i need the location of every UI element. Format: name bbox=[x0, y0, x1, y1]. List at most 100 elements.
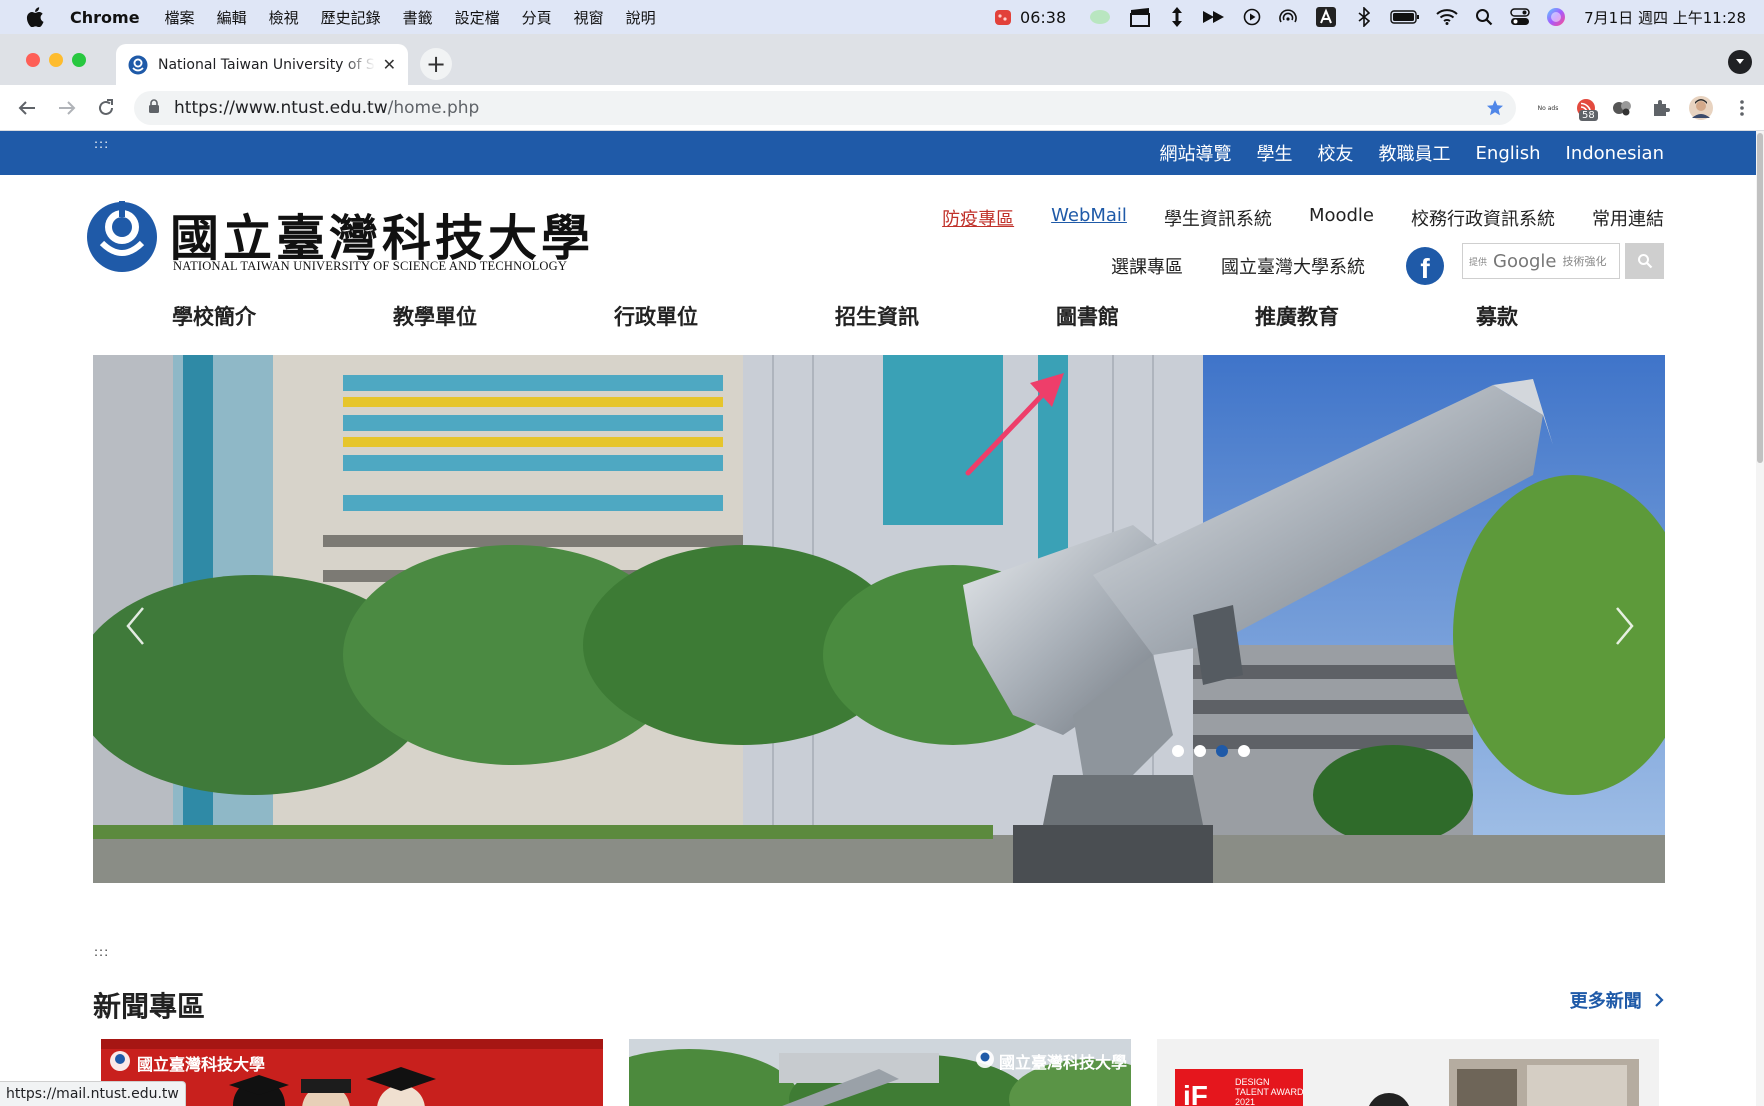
apple-menu-icon[interactable] bbox=[26, 6, 46, 28]
extensions-puzzle-icon[interactable] bbox=[1648, 96, 1674, 120]
search-button[interactable] bbox=[1625, 243, 1664, 279]
fast-forward-icon[interactable] bbox=[1194, 0, 1234, 34]
siri-icon[interactable] bbox=[1538, 0, 1574, 34]
google-search-input[interactable]: 提供 Google 技術強化 bbox=[1462, 243, 1620, 279]
chrome-menu-icon[interactable] bbox=[1729, 96, 1755, 120]
toplink-alumni[interactable]: 校友 bbox=[1318, 140, 1354, 166]
webpage-viewport: ::: 網站導覽 學生 校友 教職員工 English Indonesian 國… bbox=[0, 131, 1756, 1106]
menu-window[interactable]: 視窗 bbox=[574, 7, 604, 28]
nav-donation[interactable]: 募款 bbox=[1476, 301, 1518, 331]
nav-administration[interactable]: 行政單位 bbox=[614, 301, 698, 331]
address-bar[interactable]: https://www.ntust.edu.tw/home.php bbox=[134, 91, 1516, 125]
menu-help[interactable]: 說明 bbox=[626, 7, 656, 28]
menu-file[interactable]: 檔案 bbox=[165, 7, 195, 28]
tab-title: National Taiwan University of Science an… bbox=[158, 56, 375, 73]
carousel-dot[interactable] bbox=[1216, 745, 1228, 757]
link-common-links[interactable]: 常用連結 bbox=[1592, 205, 1664, 231]
circles-extension-icon[interactable] bbox=[1610, 96, 1636, 120]
top-links: 網站導覽 學生 校友 教職員工 English Indonesian bbox=[1135, 131, 1664, 175]
search-google-text: Google bbox=[1493, 250, 1557, 272]
news-card-design-award[interactable]: iF DESIGN TALENT AWARD 2021 bbox=[1157, 1039, 1659, 1106]
spotlight-search-icon[interactable] bbox=[1466, 0, 1502, 34]
bookmark-star-icon[interactable] bbox=[1486, 99, 1504, 121]
url-text[interactable]: https://www.ntust.edu.tw/home.php bbox=[174, 98, 479, 118]
toplink-english[interactable]: English bbox=[1476, 143, 1541, 164]
clapperboard-icon[interactable] bbox=[1120, 0, 1160, 34]
link-covid-zone[interactable]: 防疫專區 bbox=[942, 205, 1014, 231]
reload-icon[interactable] bbox=[92, 94, 120, 122]
timer-readout[interactable]: 06:38 bbox=[1020, 8, 1066, 27]
accesskey-center[interactable]: ::: bbox=[94, 945, 109, 959]
carousel-prev-arrow-icon[interactable] bbox=[115, 601, 155, 651]
tab-ntust-home[interactable]: National Taiwan University of Science an… bbox=[116, 44, 408, 85]
window-controls bbox=[26, 53, 86, 67]
no-ads-extension-icon[interactable]: No ads bbox=[1531, 96, 1565, 120]
menu-view[interactable]: 檢視 bbox=[269, 7, 299, 28]
tab-search-icon[interactable] bbox=[1728, 50, 1752, 74]
play-circle-icon[interactable] bbox=[1234, 0, 1270, 34]
more-news-link[interactable]: 更多新聞 bbox=[1570, 987, 1664, 1013]
nav-admissions[interactable]: 招生資訊 bbox=[835, 301, 919, 331]
close-window-button[interactable] bbox=[26, 53, 40, 67]
campus-sculpture-photo bbox=[93, 355, 1665, 883]
toplink-students[interactable]: 學生 bbox=[1257, 140, 1293, 166]
link-course-selection[interactable]: 選課專區 bbox=[1111, 253, 1183, 279]
search-icon bbox=[1637, 254, 1652, 269]
page-scrollbar[interactable] bbox=[1756, 131, 1764, 1106]
tomato-timer-icon[interactable] bbox=[992, 0, 1014, 34]
lock-icon[interactable] bbox=[148, 98, 160, 118]
carousel-next-arrow-icon[interactable] bbox=[1605, 601, 1645, 651]
forward-arrow-icon[interactable] bbox=[53, 94, 81, 122]
airdrop-icon[interactable] bbox=[1270, 0, 1306, 34]
clock-datetime[interactable]: 7月1日 週四 上午11:28 bbox=[1584, 7, 1746, 28]
nav-about[interactable]: 學校簡介 bbox=[172, 301, 256, 331]
toplink-sitemap[interactable]: 網站導覽 bbox=[1160, 140, 1232, 166]
control-center-icon[interactable] bbox=[1502, 0, 1538, 34]
carousel-dot[interactable] bbox=[1172, 745, 1184, 757]
menu-history[interactable]: 歷史記錄 bbox=[321, 7, 381, 28]
accesskey-top[interactable]: ::: bbox=[94, 137, 109, 151]
profile-avatar[interactable] bbox=[1688, 96, 1714, 120]
new-tab-button[interactable]: + bbox=[420, 48, 452, 80]
link-student-info-system[interactable]: 學生資訊系統 bbox=[1164, 205, 1272, 231]
menu-profiles[interactable]: 設定檔 bbox=[455, 7, 500, 28]
nav-extension-education[interactable]: 推廣教育 bbox=[1255, 301, 1339, 331]
resize-arrows-icon[interactable] bbox=[1160, 0, 1194, 34]
card1-logo-text: 國立臺灣科技大學 bbox=[137, 1055, 266, 1074]
card2-logo-text: 國立臺灣科技大學 bbox=[999, 1053, 1128, 1072]
menu-bookmarks[interactable]: 書籤 bbox=[403, 7, 433, 28]
app-menu-chrome[interactable]: Chrome bbox=[70, 8, 140, 27]
scrollbar-thumb[interactable] bbox=[1757, 133, 1763, 463]
link-webmail[interactable]: WebMail bbox=[1051, 205, 1127, 231]
university-logo[interactable]: 國立臺灣科技大學 NATIONAL TAIWAN UNIVERSITY OF S… bbox=[84, 197, 590, 277]
menubar-status-area: 06:38 7月1日 週四 上午11:28 bbox=[992, 0, 1746, 34]
battery-icon[interactable] bbox=[1382, 0, 1428, 34]
nav-library[interactable]: 圖書館 bbox=[1056, 301, 1119, 331]
carousel-dot[interactable] bbox=[1238, 745, 1250, 757]
minimize-window-button[interactable] bbox=[49, 53, 63, 67]
menu-tabs[interactable]: 分頁 bbox=[522, 7, 552, 28]
nav-academics[interactable]: 教學單位 bbox=[393, 301, 477, 331]
link-moodle[interactable]: Moodle bbox=[1309, 205, 1374, 231]
news-card-campus[interactable]: 國立臺灣科技大學 bbox=[629, 1039, 1131, 1106]
wifi-icon[interactable] bbox=[1428, 0, 1466, 34]
link-admin-info-system[interactable]: 校務行政資訊系統 bbox=[1411, 205, 1555, 231]
back-arrow-icon[interactable] bbox=[13, 94, 41, 122]
hero-carousel[interactable] bbox=[93, 355, 1665, 883]
chat-bubble-icon[interactable] bbox=[1080, 0, 1120, 34]
ntust-emblem-icon bbox=[87, 201, 157, 272]
menu-edit[interactable]: 編輯 bbox=[217, 7, 247, 28]
zoom-window-button[interactable] bbox=[72, 53, 86, 67]
search-enhanced-text: 技術強化 bbox=[1562, 255, 1607, 268]
link-ntu-system[interactable]: 國立臺灣大學系統 bbox=[1221, 253, 1365, 279]
carousel-dot[interactable] bbox=[1194, 745, 1206, 757]
toplink-staff[interactable]: 教職員工 bbox=[1379, 140, 1451, 166]
bluetooth-icon[interactable] bbox=[1346, 0, 1382, 34]
toplink-indonesian[interactable]: Indonesian bbox=[1566, 143, 1664, 164]
tab-close-icon[interactable]: ✕ bbox=[383, 55, 396, 74]
search-powered-by: 提供 bbox=[1469, 257, 1488, 268]
annotation-arrow-icon bbox=[965, 373, 1064, 476]
input-method-icon[interactable] bbox=[1306, 0, 1346, 34]
facebook-icon[interactable]: f bbox=[1406, 247, 1444, 285]
browser-tabstrip: National Taiwan University of Science an… bbox=[0, 34, 1764, 85]
